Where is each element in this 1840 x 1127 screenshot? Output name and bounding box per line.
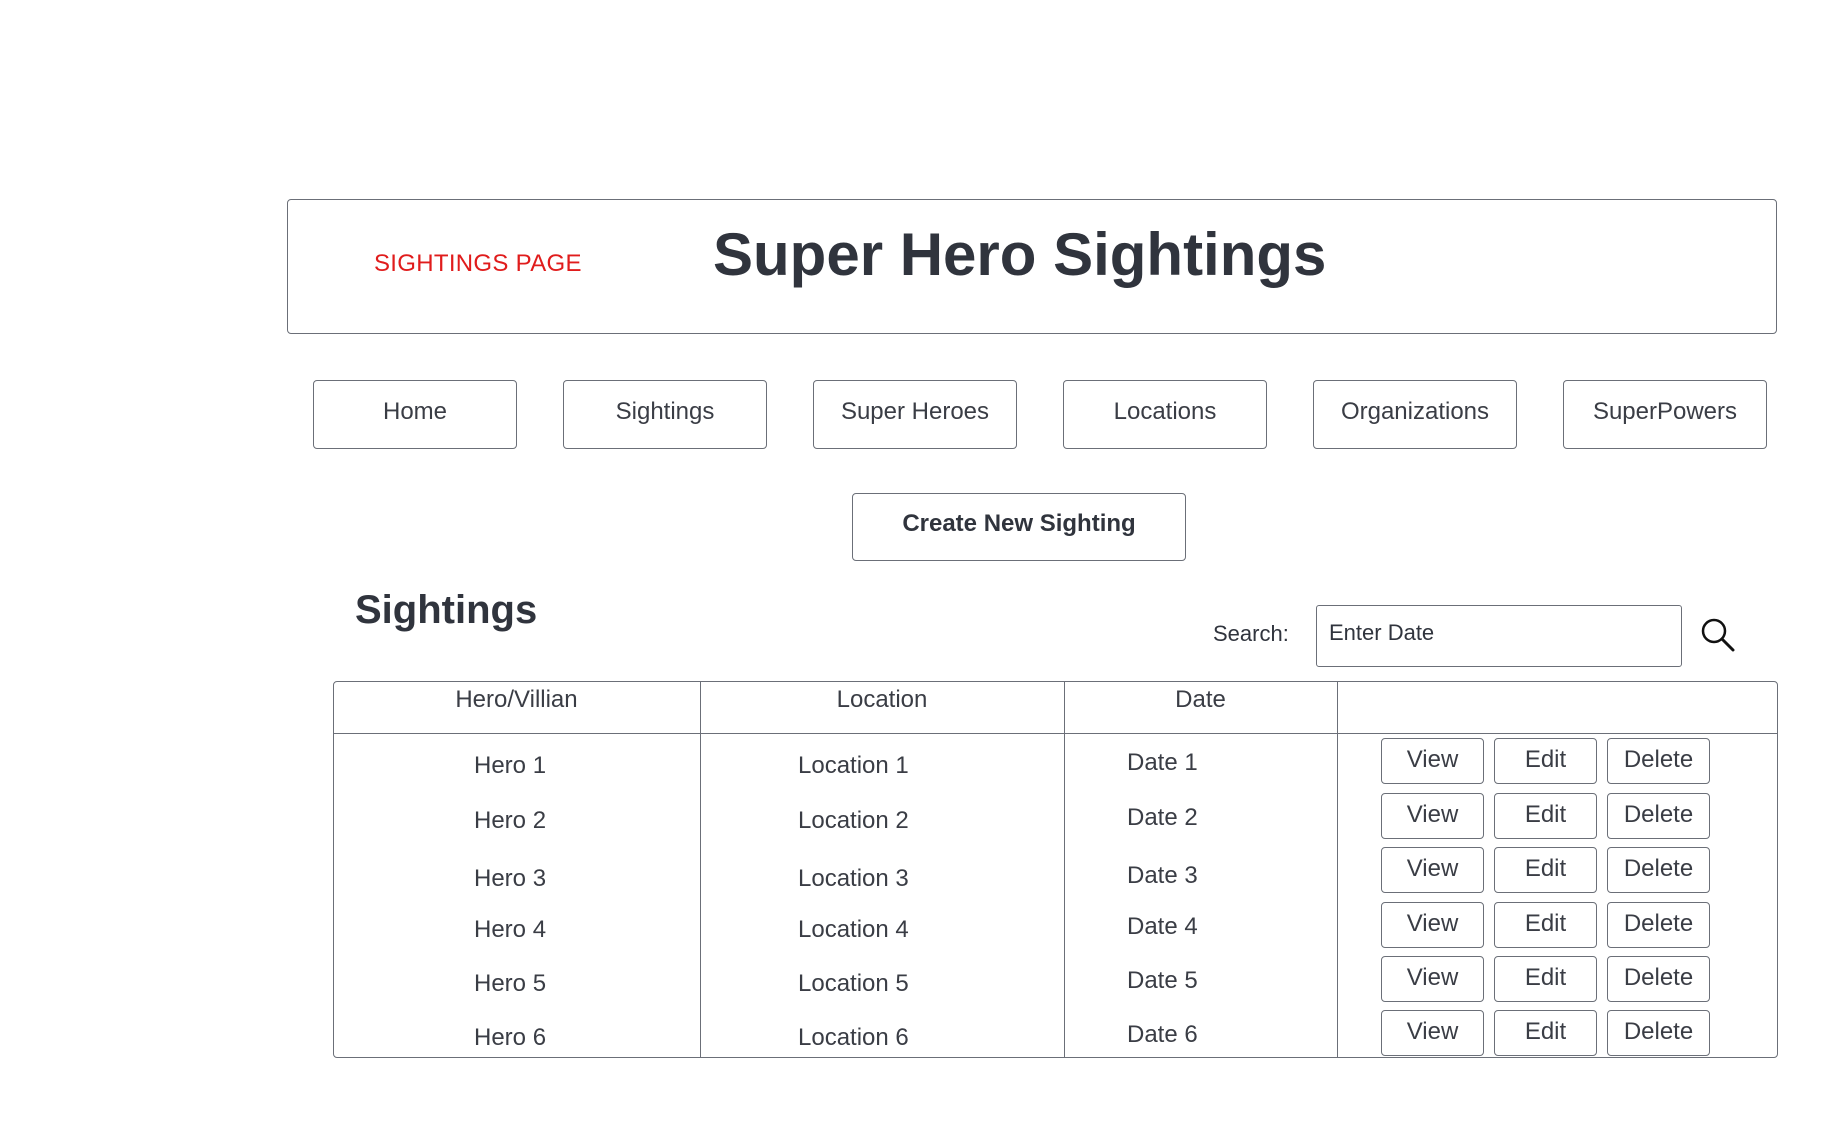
view-button[interactable]: View bbox=[1381, 738, 1484, 784]
hero-cell: Hero 5 bbox=[474, 970, 547, 997]
view-button[interactable]: View bbox=[1381, 793, 1484, 839]
date-cell: Date 2 bbox=[1127, 804, 1198, 831]
search-input[interactable]: Enter Date bbox=[1316, 605, 1682, 667]
date-cell: Date 5 bbox=[1127, 967, 1198, 994]
edit-button[interactable]: Edit bbox=[1494, 847, 1597, 893]
edit-button[interactable]: Edit bbox=[1494, 738, 1597, 784]
page-title: Super Hero Sightings bbox=[713, 221, 1327, 288]
date-cell: Date 1 bbox=[1127, 749, 1198, 776]
delete-button[interactable]: Delete bbox=[1607, 847, 1710, 893]
location-cell: Location 4 bbox=[798, 916, 909, 943]
date-cell: Date 3 bbox=[1127, 862, 1198, 889]
delete-button[interactable]: Delete bbox=[1607, 738, 1710, 784]
hero-cell: Hero 1 bbox=[474, 752, 547, 779]
column-divider bbox=[1064, 681, 1065, 1058]
location-cell: Location 2 bbox=[798, 807, 909, 834]
column-header-date: Date bbox=[1175, 686, 1226, 713]
delete-button[interactable]: Delete bbox=[1607, 793, 1710, 839]
nav-organizations-button[interactable]: Organizations bbox=[1313, 380, 1517, 449]
page-label: SIGHTINGS PAGE bbox=[374, 250, 582, 277]
search-icon[interactable] bbox=[1700, 617, 1736, 653]
view-button[interactable]: View bbox=[1381, 902, 1484, 948]
edit-button[interactable]: Edit bbox=[1494, 902, 1597, 948]
column-header-hero: Hero/Villian bbox=[455, 686, 578, 713]
nav-super-heroes-button[interactable]: Super Heroes bbox=[813, 380, 1017, 449]
date-cell: Date 4 bbox=[1127, 913, 1198, 940]
location-cell: Location 1 bbox=[798, 752, 909, 779]
edit-button[interactable]: Edit bbox=[1494, 956, 1597, 1002]
view-button[interactable]: View bbox=[1381, 1010, 1484, 1056]
delete-button[interactable]: Delete bbox=[1607, 902, 1710, 948]
column-header-location: Location bbox=[836, 686, 928, 713]
edit-button[interactable]: Edit bbox=[1494, 793, 1597, 839]
column-divider bbox=[1337, 681, 1338, 1058]
hero-cell: Hero 4 bbox=[474, 916, 547, 943]
edit-button[interactable]: Edit bbox=[1494, 1010, 1597, 1056]
create-new-sighting-button[interactable]: Create New Sighting bbox=[852, 493, 1186, 561]
hero-cell: Hero 2 bbox=[474, 807, 547, 834]
view-button[interactable]: View bbox=[1381, 847, 1484, 893]
location-cell: Location 5 bbox=[798, 970, 909, 997]
location-cell: Location 6 bbox=[798, 1024, 909, 1051]
section-title: Sightings bbox=[355, 588, 538, 632]
nav-locations-button[interactable]: Locations bbox=[1063, 380, 1267, 449]
table-header-divider bbox=[333, 733, 1778, 734]
hero-cell: Hero 3 bbox=[474, 865, 547, 892]
location-cell: Location 3 bbox=[798, 865, 909, 892]
nav-home-button[interactable]: Home bbox=[313, 380, 517, 449]
nav-superpowers-button[interactable]: SuperPowers bbox=[1563, 380, 1767, 449]
date-cell: Date 6 bbox=[1127, 1021, 1198, 1048]
delete-button[interactable]: Delete bbox=[1607, 1010, 1710, 1056]
hero-cell: Hero 6 bbox=[474, 1024, 547, 1051]
nav-sightings-button[interactable]: Sightings bbox=[563, 380, 767, 449]
column-divider bbox=[700, 681, 701, 1058]
view-button[interactable]: View bbox=[1381, 956, 1484, 1002]
delete-button[interactable]: Delete bbox=[1607, 956, 1710, 1002]
search-label: Search: bbox=[1213, 621, 1289, 646]
